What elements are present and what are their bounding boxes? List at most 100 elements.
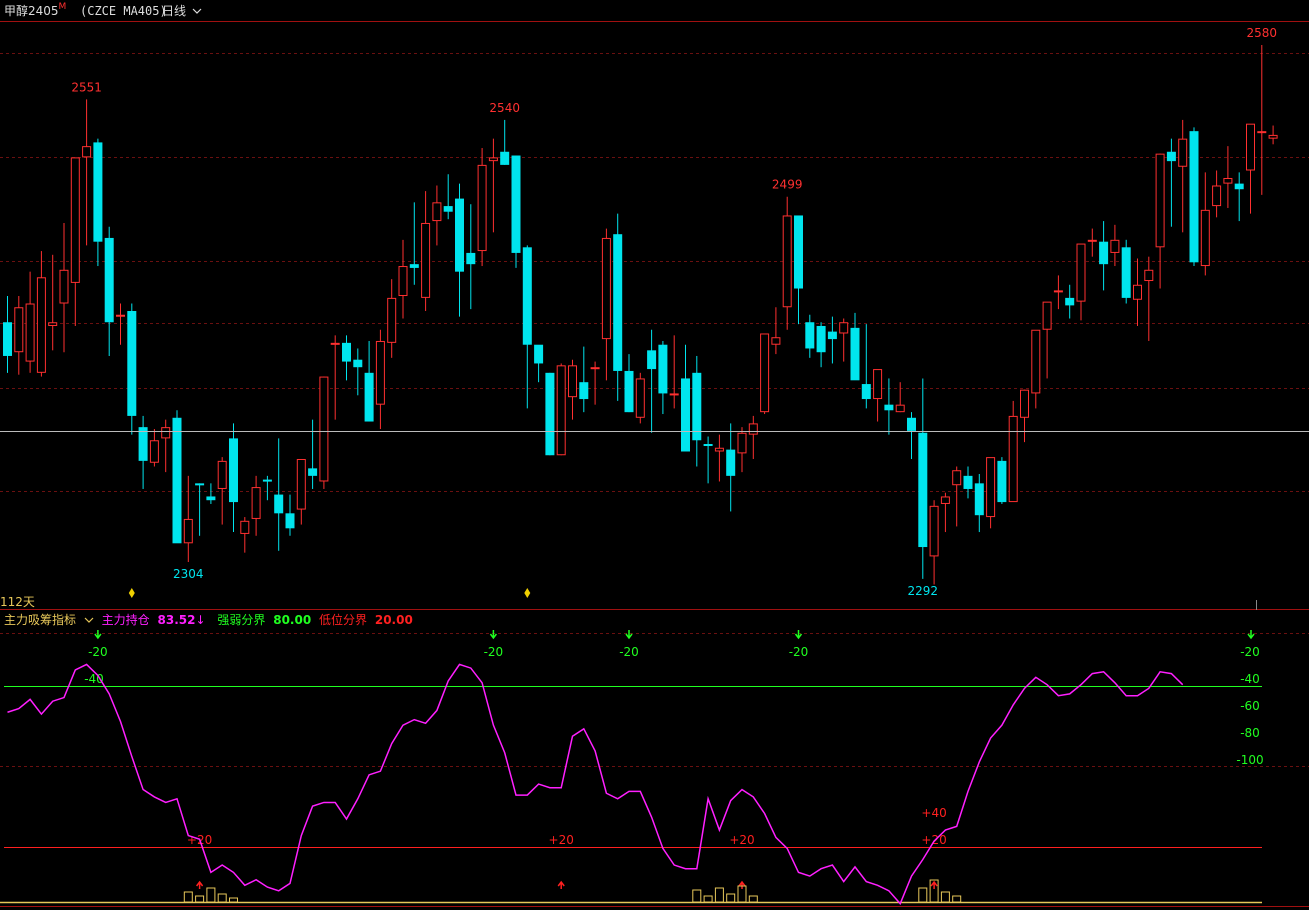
candle-up	[986, 457, 996, 518]
volume-bar	[940, 891, 950, 903]
candle-up	[421, 222, 431, 298]
candle-up	[556, 365, 566, 456]
candle-down	[342, 342, 351, 362]
volume-bar	[918, 887, 928, 903]
candle-up	[771, 337, 781, 345]
candle-down	[172, 417, 182, 544]
candle-down	[974, 483, 984, 516]
candle-down	[579, 382, 589, 400]
candle-down	[1189, 131, 1199, 263]
candle-up	[669, 393, 679, 396]
candle-down	[1166, 151, 1176, 162]
candle-down	[93, 142, 103, 242]
signal-label: -20	[484, 645, 504, 659]
candle-up	[601, 237, 611, 340]
volume-bar	[748, 895, 758, 903]
candle-down	[963, 475, 973, 489]
candle-up	[1133, 284, 1142, 300]
candle-up	[319, 376, 329, 482]
candle-down	[613, 234, 623, 371]
candle-up	[432, 202, 442, 222]
candle-down	[308, 468, 318, 476]
low-signal-label: +20	[549, 833, 574, 847]
candle-up	[387, 297, 397, 343]
candle-down	[907, 417, 916, 431]
candle-up	[714, 447, 724, 452]
candle-down	[726, 449, 736, 476]
candle-up	[873, 369, 883, 400]
candle-up	[375, 340, 385, 405]
volume-bar	[229, 897, 238, 903]
candle-down	[353, 359, 363, 368]
arrow-up-icon	[930, 880, 938, 889]
candle-down	[918, 432, 928, 548]
candle-down	[3, 322, 12, 356]
kline-chart[interactable]: 2551 2540 2499 2580 2304 2292 -20 -40 -60 -80 -10…	[0, 0, 1309, 910]
candle-up	[1110, 239, 1120, 253]
candle-down	[195, 483, 205, 486]
candle-up	[116, 314, 125, 317]
volume-bar	[183, 891, 193, 903]
arrow-down-icon	[794, 630, 803, 640]
candle-up	[895, 404, 905, 413]
signal-label: -20	[789, 645, 809, 659]
candle-up	[1042, 301, 1052, 330]
candle-up	[1031, 329, 1041, 394]
candle-down	[545, 372, 555, 456]
candle-up	[1076, 243, 1086, 302]
candle-down	[658, 344, 668, 394]
candles	[3, 44, 1278, 585]
candle-up	[1257, 131, 1267, 134]
candle-down	[455, 198, 464, 272]
candle-up	[296, 458, 306, 510]
candle-down	[500, 151, 510, 165]
indicator-scale-label: -40	[1240, 672, 1260, 686]
candle-up	[1155, 153, 1165, 248]
candle-down	[997, 460, 1007, 503]
main-holdings-line	[7, 663, 1184, 906]
candle-up	[1212, 185, 1222, 207]
candle-up	[217, 460, 227, 489]
candle-up	[48, 322, 58, 326]
candle-down	[364, 372, 374, 422]
candle-up	[1087, 239, 1097, 242]
candle-up	[82, 146, 92, 158]
candle-down	[409, 264, 419, 268]
signal-diamond-icon	[128, 588, 135, 598]
candle-down	[138, 427, 148, 461]
high-label: 2499	[772, 178, 803, 192]
candle-down	[827, 331, 837, 340]
indicator-scale-label: -20	[1240, 645, 1260, 659]
indicator-scale-label: -60	[1240, 699, 1260, 713]
volume-bar	[195, 895, 205, 903]
candle-down	[794, 215, 803, 289]
candle-down	[522, 247, 532, 345]
candle-down	[511, 155, 521, 253]
arrow-down-icon	[1247, 630, 1255, 640]
candle-down	[850, 327, 860, 381]
candle-up	[36, 277, 46, 373]
candle-up	[952, 470, 962, 486]
candle-down	[285, 513, 295, 529]
volume-bar	[726, 893, 736, 903]
low-signal-label: +40	[921, 806, 946, 820]
price-annotations: 2551 2540 2499 2580 2304 2292	[71, 26, 1277, 610]
candle-up	[1008, 415, 1018, 503]
candle-up	[590, 367, 600, 370]
candle-up	[1268, 134, 1278, 139]
candle-down	[1121, 247, 1131, 298]
candle-up	[568, 365, 577, 398]
candle-up	[929, 505, 939, 557]
candle-down	[443, 206, 453, 212]
candle-up	[940, 496, 950, 504]
candle-up	[1020, 389, 1029, 418]
candle-down	[229, 438, 238, 503]
candle-down	[1099, 241, 1109, 265]
candle-up	[183, 518, 193, 544]
candle-down	[534, 344, 544, 364]
arrow-up-icon	[557, 880, 565, 889]
signal-label: -20	[88, 645, 108, 659]
volume-bar	[703, 895, 713, 903]
candle-down	[104, 237, 114, 323]
arrow-down-icon	[625, 630, 633, 640]
